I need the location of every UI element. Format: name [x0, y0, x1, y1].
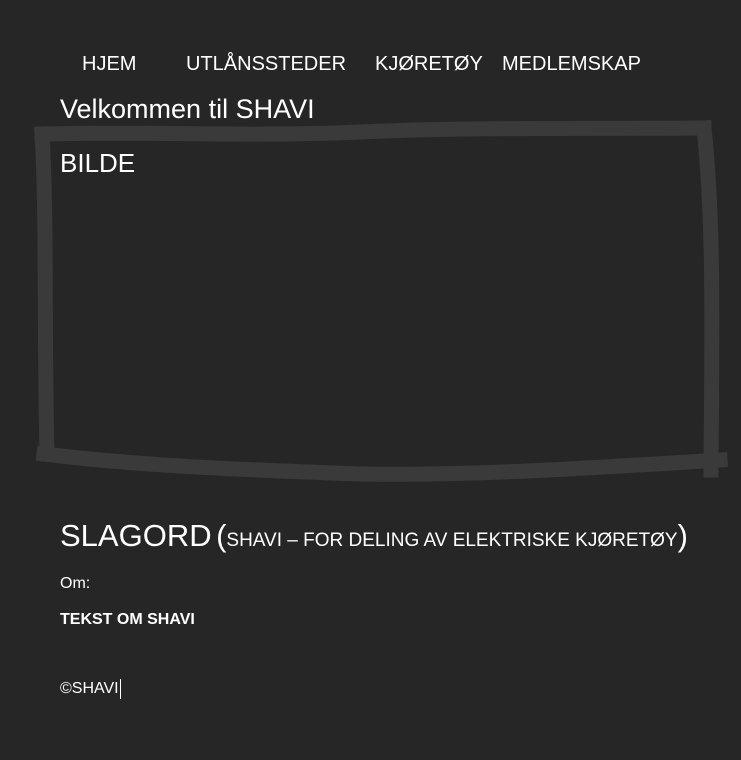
nav-item-utlanssteder[interactable]: UTLÅNSSTEDER — [186, 50, 346, 78]
text-cursor — [119, 678, 121, 699]
nav-item-kjoretoy[interactable]: KJØRETØY — [375, 50, 483, 78]
slogan-open-paren: ( — [216, 518, 227, 553]
main-navigation: HJEM UTLÅNSSTEDER KJØRETØY MEDLEMSKAP — [0, 50, 741, 78]
slogan-title: SLAGORD — [60, 518, 212, 553]
about-text: TEKST OM SHAVI — [60, 611, 195, 628]
frame-right-stroke — [695, 119, 720, 478]
frame-top-stroke — [34, 120, 712, 142]
frame-left-stroke — [34, 126, 55, 462]
about-label: Om: — [60, 575, 91, 592]
image-placeholder-label: BILDE — [60, 148, 136, 178]
nav-item-medlemskap[interactable]: MEDLEMSKAP — [502, 50, 641, 78]
welcome-heading: Velkommen til SHAVI — [60, 94, 315, 124]
slogan: SLAGORD (SHAVI – FOR DELING AV ELEKTRISK… — [60, 516, 688, 562]
frame-bottom-stroke — [35, 445, 728, 482]
slogan-close-paren: ) — [677, 518, 688, 553]
slogan-subtitle: SHAVI – FOR DELING AV ELEKTRISKE KJØRETØ… — [226, 530, 678, 551]
copyright-text: ©SHAVI — [60, 680, 119, 697]
footer-copyright: ©SHAVI — [60, 678, 121, 700]
nav-item-hjem[interactable]: HJEM — [82, 50, 136, 78]
